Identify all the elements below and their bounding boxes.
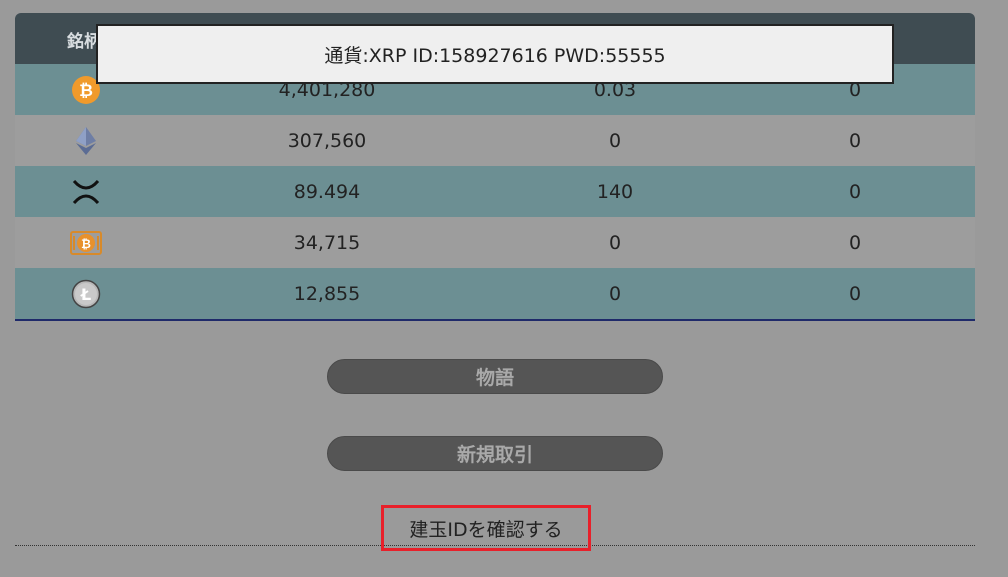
amount-cell: 0 xyxy=(848,129,862,152)
amount-cell: 0 xyxy=(608,282,622,305)
amount-cell: 0 xyxy=(608,129,622,152)
price-cell: 89.494 xyxy=(293,180,361,203)
svg-text:Ł: Ł xyxy=(80,285,91,304)
table-row[interactable]: 307,560 0 0 xyxy=(15,115,975,166)
amount-cell: 140 xyxy=(596,180,634,203)
xrp-icon xyxy=(63,166,109,217)
confirm-position-id-link[interactable]: 建玉IDを確認する xyxy=(381,505,591,551)
svg-text:₿: ₿ xyxy=(79,81,93,101)
table-row[interactable]: 89.494 140 0 xyxy=(15,166,975,217)
svg-text:₿: ₿ xyxy=(81,237,91,251)
credentials-popup: 通貨:XRP ID:158927616 PWD:55555 xyxy=(96,24,894,84)
litecoin-icon: Ł xyxy=(63,268,109,319)
story-button-label: 物語 xyxy=(475,367,514,389)
credentials-text: 通貨:XRP ID:158927616 PWD:55555 xyxy=(324,44,666,67)
amount-cell: 0 xyxy=(848,180,862,203)
price-cell: 307,560 xyxy=(287,129,367,152)
confirm-position-id-label: 建玉IDを確認する xyxy=(409,518,563,541)
amount-cell: 0 xyxy=(608,231,622,254)
ethereum-icon xyxy=(63,115,109,166)
table-row[interactable]: ₿ 34,715 0 0 xyxy=(15,217,975,268)
table-row[interactable]: Ł 12,855 0 0 xyxy=(15,268,975,319)
amount-cell: 0 xyxy=(848,282,862,305)
new-trade-button-label: 新規取引 xyxy=(456,444,533,466)
bitcoin-cash-icon: ₿ xyxy=(63,217,109,268)
header-coin-label: 銘柄 xyxy=(67,32,97,52)
price-cell: 12,855 xyxy=(293,282,361,305)
story-button[interactable]: 物語 xyxy=(327,359,663,394)
new-trade-button[interactable]: 新規取引 xyxy=(327,436,663,471)
amount-cell: 0 xyxy=(848,231,862,254)
price-cell: 34,715 xyxy=(293,231,361,254)
